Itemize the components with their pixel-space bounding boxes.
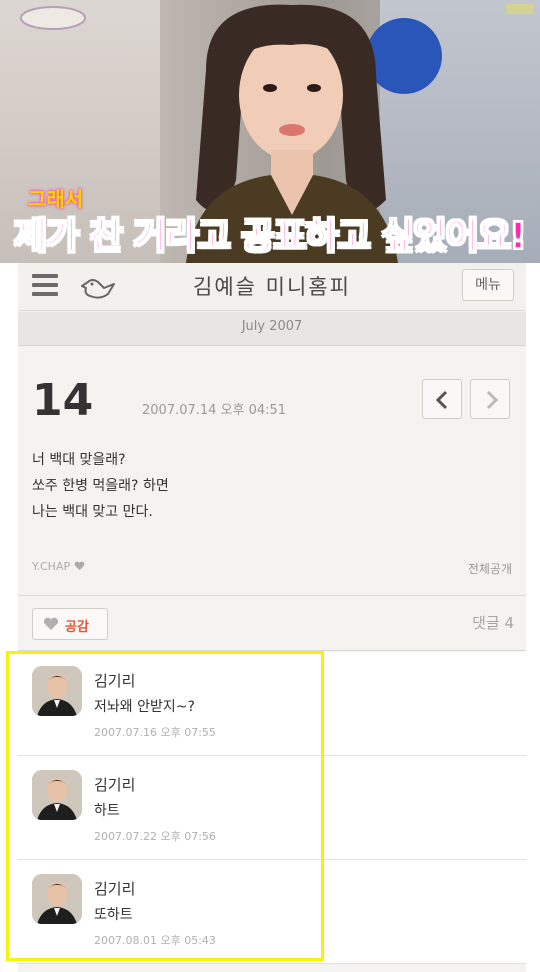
prev-post-button[interactable] bbox=[422, 379, 462, 419]
comment-date: 2007.08.01 오후 05:43 bbox=[94, 934, 216, 947]
page-title: 김예슬 미니홈피 bbox=[193, 275, 351, 299]
bird-icon[interactable] bbox=[78, 272, 118, 302]
month-bar: July 2007 bbox=[18, 312, 526, 346]
avatar[interactable] bbox=[32, 770, 82, 820]
comment-text: 또하트 bbox=[94, 907, 133, 923]
comment-item: 김기리 저놔왜 안받지~? 2007.07.16 오후 07:55 bbox=[18, 652, 526, 756]
comment-text: 하트 bbox=[94, 803, 120, 819]
post-line: 나는 백대 맞고 만다. bbox=[32, 504, 153, 520]
app-header: 김예슬 미니홈피 메뉴 bbox=[18, 263, 526, 311]
comment-author[interactable]: 김기리 bbox=[94, 774, 135, 795]
comment-item: 김기리 하트 2007.07.22 오후 07:56 bbox=[18, 756, 526, 860]
next-post-button[interactable] bbox=[470, 379, 510, 419]
comment-date: 2007.07.22 오후 07:56 bbox=[94, 830, 216, 843]
post-day: 14 bbox=[32, 375, 94, 426]
diary-post: 14 2007.07.14 오후 04:51 너 백대 맞을래? 쏘주 한병 먹… bbox=[18, 347, 526, 595]
post-datetime: 2007.07.14 오후 04:51 bbox=[142, 403, 287, 418]
hamburger-icon[interactable] bbox=[32, 274, 58, 296]
like-label: 공감 bbox=[65, 620, 89, 635]
author-tag-label: Y.CHAP bbox=[32, 560, 71, 573]
comment-text: 저놔왜 안받지~? bbox=[94, 699, 195, 715]
broadcast-logo bbox=[20, 6, 86, 30]
comment-author[interactable]: 김기리 bbox=[94, 670, 135, 691]
comment-list: 김기리 저놔왜 안받지~? 2007.07.16 오후 07:55 김기리 하트… bbox=[18, 652, 526, 964]
comment-date: 2007.07.16 오후 07:55 bbox=[94, 726, 216, 739]
menu-button[interactable]: 메뉴 bbox=[462, 269, 514, 301]
post-line: 너 백대 맞을래? bbox=[32, 452, 126, 468]
visibility-label: 전체공개 bbox=[467, 562, 512, 576]
action-bar: 공감 댓글 4 bbox=[18, 595, 526, 651]
mini-homepage: 김예슬 미니홈피 메뉴 July 2007 14 2007.07.14 오후 0… bbox=[18, 263, 526, 972]
avatar[interactable] bbox=[32, 666, 82, 716]
heart-icon bbox=[74, 561, 84, 571]
post-line: 쏘주 한병 먹을래? 하면 bbox=[32, 478, 169, 494]
author-tag: Y.CHAP bbox=[32, 560, 85, 573]
tv-capture-image: 그래서 제가 찬 거라고 공표하고 싶었어요! bbox=[0, 0, 540, 263]
like-button[interactable]: 공감 bbox=[32, 608, 108, 640]
comment-author[interactable]: 김기리 bbox=[94, 878, 135, 899]
heart-icon bbox=[43, 617, 59, 630]
channel-watermark bbox=[506, 4, 534, 14]
reply-count[interactable]: 댓글 4 bbox=[472, 612, 514, 633]
avatar[interactable] bbox=[32, 874, 82, 924]
caption-main: 제가 찬 거라고 공표하고 싶었어요! bbox=[13, 215, 527, 258]
chevron-left-icon bbox=[435, 390, 448, 410]
chevron-right-icon bbox=[486, 390, 499, 410]
post-body: 너 백대 맞을래? 쏘주 한병 먹을래? 하면 나는 백대 맞고 만다. bbox=[32, 447, 169, 525]
comment-item: 김기리 또하트 2007.08.01 오후 05:43 bbox=[18, 860, 526, 964]
